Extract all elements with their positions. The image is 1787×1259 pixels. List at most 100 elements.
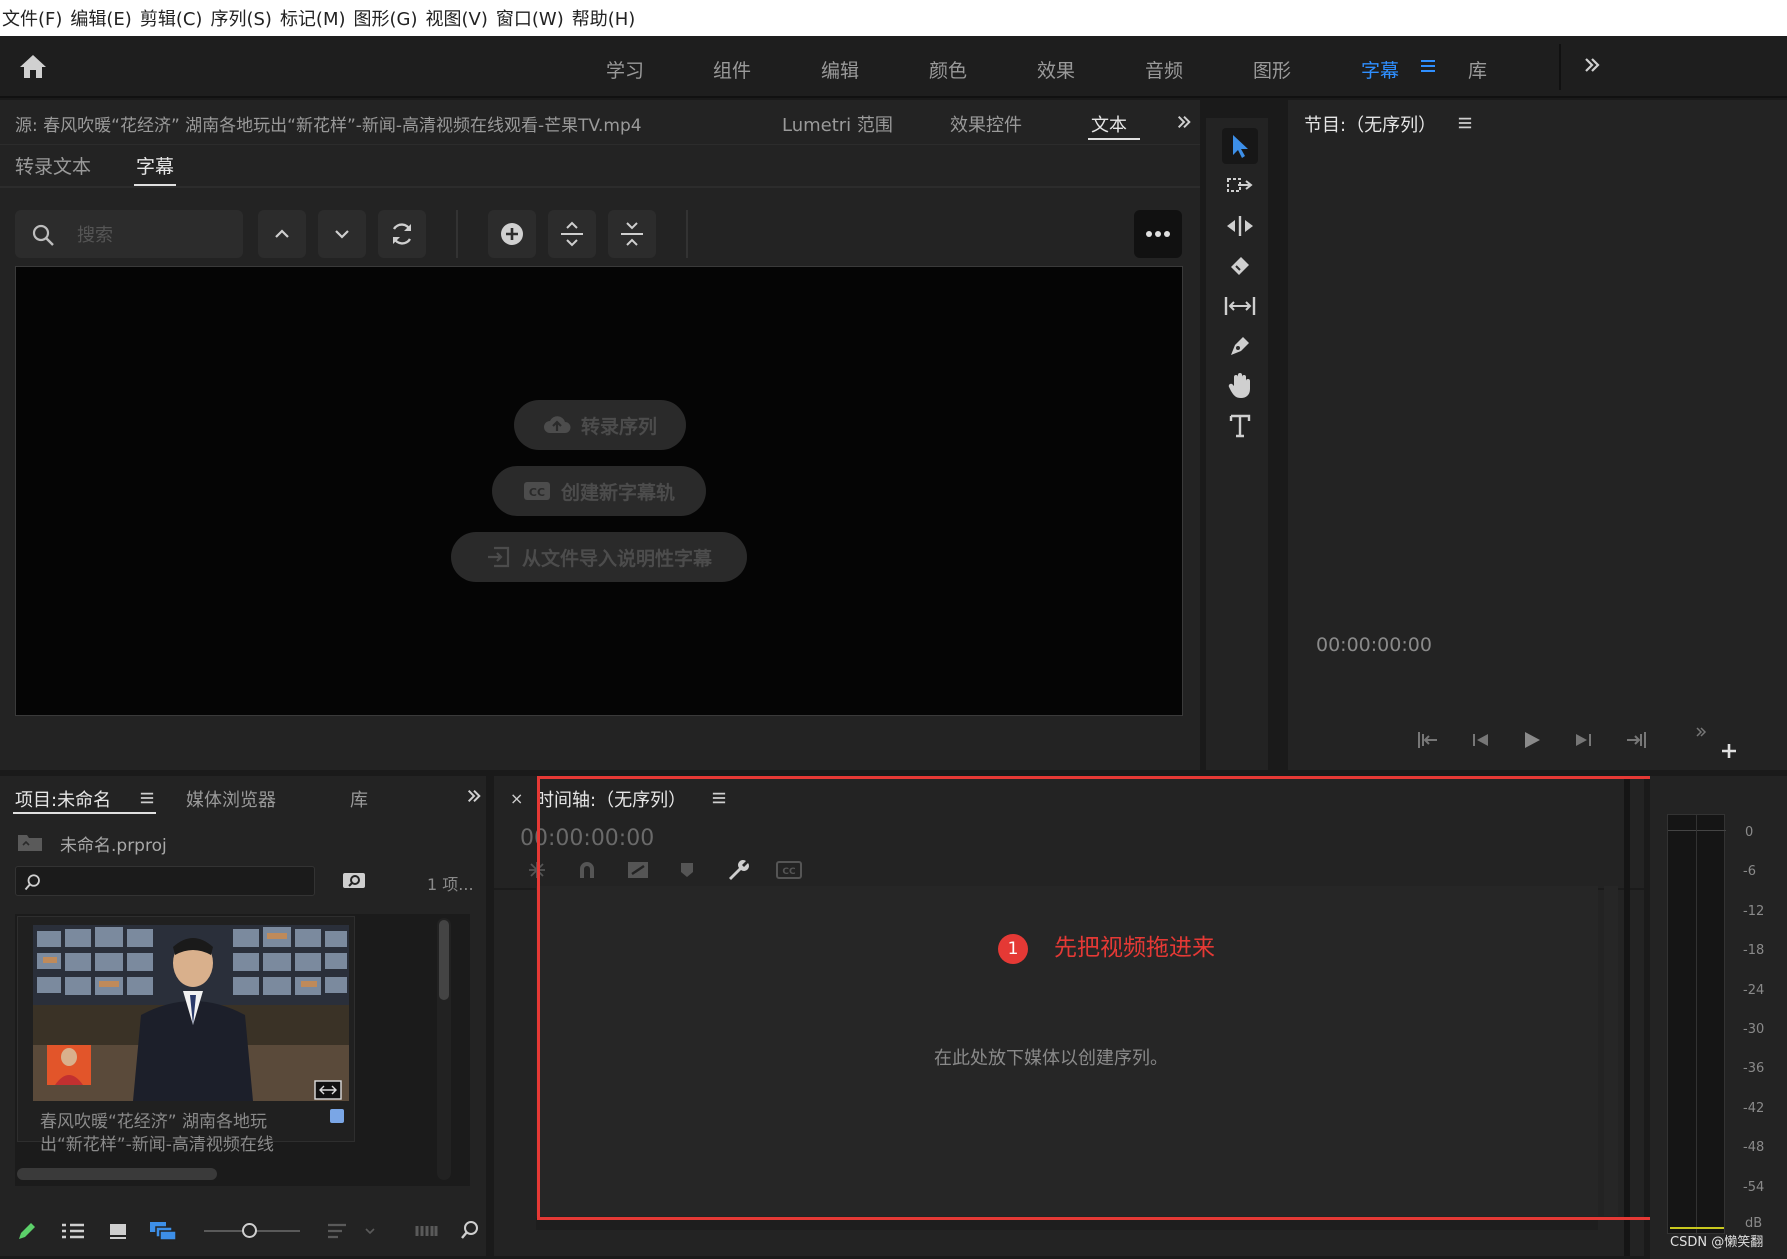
zoom-slider-handle[interactable] — [242, 1223, 257, 1238]
step-forward-icon[interactable] — [1572, 730, 1596, 750]
merge-caption-button[interactable] — [608, 210, 656, 258]
hamburger-icon[interactable] — [1420, 58, 1436, 74]
close-icon[interactable]: × — [510, 789, 523, 808]
annotation-box — [537, 776, 1665, 1220]
program-timecode[interactable]: 00:00:00:00 — [1316, 634, 1432, 656]
pencil-icon[interactable] — [16, 1220, 38, 1242]
program-viewer[interactable] — [1292, 144, 1787, 684]
meter-label-48: -48 — [1743, 1140, 1765, 1155]
menu-markers[interactable]: 标记(M) — [278, 5, 352, 31]
clip-item[interactable]: 春风吹暖“花经济” 湖南各地玩 出“新花样”-新闻-高清视频在线 — [17, 916, 355, 1155]
icon-view-icon[interactable] — [108, 1222, 128, 1240]
menu-graphics[interactable]: 图形(G) — [352, 5, 424, 31]
search-box[interactable]: 搜索 — [15, 210, 243, 258]
tab-transcript[interactable]: 转录文本 — [15, 152, 91, 179]
more-options-button[interactable] — [1134, 210, 1182, 258]
tab-lumetri-scopes[interactable]: Lumetri 范围 — [782, 111, 893, 137]
transcribe-sequence-button[interactable]: 转录序列 — [514, 400, 686, 450]
tab-libraries[interactable]: 库 — [350, 786, 368, 812]
pen-tool[interactable] — [1222, 328, 1258, 364]
menu-window[interactable]: 窗口(W) — [494, 5, 570, 31]
chevron-double-right-icon[interactable] — [1176, 114, 1192, 130]
type-tool[interactable] — [1222, 408, 1258, 444]
next-caption-button[interactable] — [318, 210, 366, 258]
workspace-editing[interactable]: 编辑 — [821, 56, 859, 83]
tab-captions[interactable]: 字幕 — [136, 152, 174, 179]
ripple-edit-tool[interactable] — [1222, 208, 1258, 244]
panel-menu-icon[interactable] — [1458, 116, 1472, 130]
panel-menu-icon[interactable] — [140, 791, 154, 805]
add-button-icon[interactable] — [1720, 742, 1738, 760]
go-to-in-icon[interactable] — [1416, 730, 1440, 750]
track-select-tool[interactable] — [1222, 168, 1258, 204]
scrollbar-thumb[interactable] — [439, 920, 449, 1000]
plus-circle-icon — [501, 223, 523, 245]
workspace-learn[interactable]: 学习 — [606, 56, 644, 83]
home-icon[interactable] — [18, 52, 48, 80]
workspace-effects[interactable]: 效果 — [1037, 56, 1075, 83]
search-icon — [24, 874, 40, 891]
find-icon[interactable] — [342, 870, 366, 890]
meter-label-db: dB — [1745, 1216, 1763, 1231]
pen-icon — [1231, 337, 1249, 355]
tab-text[interactable]: 文本 — [1091, 111, 1127, 137]
create-caption-track-button[interactable]: CC 创建新字幕轨 — [492, 466, 706, 516]
freeform-view-icon[interactable] — [148, 1220, 178, 1242]
label-color-swatch[interactable] — [330, 1109, 344, 1123]
go-to-out-icon[interactable] — [1624, 730, 1648, 750]
search-input[interactable]: 搜索 — [77, 221, 113, 247]
search-icon[interactable] — [460, 1220, 480, 1240]
list-view-icon[interactable] — [60, 1222, 86, 1240]
ellipsis-icon — [1146, 231, 1170, 237]
slip-icon — [1224, 297, 1256, 315]
workspace-color[interactable]: 颜色 — [929, 56, 967, 83]
tab-media-browser[interactable]: 媒体浏览器 — [186, 786, 276, 812]
news-anchor-thumbnail — [33, 925, 349, 1101]
menu-edit[interactable]: 编辑(E) — [68, 5, 137, 31]
vertical-scrollbar[interactable] — [437, 918, 451, 1180]
menu-clip[interactable]: 剪辑(C) — [138, 5, 209, 31]
chevron-up-icon — [275, 229, 289, 238]
slip-tool[interactable] — [1222, 288, 1258, 324]
workspace-captions[interactable]: 字幕 — [1361, 56, 1399, 83]
workspace-audio[interactable]: 音频 — [1145, 56, 1183, 83]
ripple-edit-icon — [1227, 216, 1253, 236]
audio-meter[interactable] — [1667, 814, 1726, 1235]
horizontal-scrollbar[interactable] — [17, 1168, 217, 1180]
hand-tool[interactable] — [1222, 368, 1258, 404]
meter-label-54: -54 — [1743, 1180, 1765, 1195]
automate-to-sequence-icon[interactable] — [414, 1222, 438, 1240]
tab-source[interactable]: 源: 春风吹暖“花经济” 湖南各地玩出“新花样”-新闻-高清视频在线观看-芒果T… — [15, 111, 642, 136]
chevron-down-icon[interactable] — [364, 1226, 376, 1236]
program-title[interactable]: 节目:（无序列） — [1304, 111, 1436, 137]
workspace-assembly[interactable]: 组件 — [713, 56, 751, 83]
project-search-input[interactable] — [15, 866, 315, 896]
razor-tool[interactable] — [1222, 248, 1258, 284]
tab-project[interactable]: 项目:未命名 — [15, 786, 111, 812]
menu-view[interactable]: 视图(V) — [424, 5, 494, 31]
tab-effect-controls[interactable]: 效果控件 — [950, 111, 1022, 137]
project-footer — [0, 1208, 486, 1256]
chevron-double-right-icon[interactable] — [466, 788, 482, 804]
clip-thumbnail[interactable] — [33, 925, 349, 1101]
import-captions-button[interactable]: 从文件导入说明性字幕 — [451, 532, 747, 582]
split-caption-button[interactable] — [548, 210, 596, 258]
chevron-double-right-icon[interactable] — [1583, 56, 1601, 74]
refresh-icon — [392, 223, 412, 245]
chevron-double-right-icon[interactable] — [1694, 726, 1708, 738]
previous-caption-button[interactable] — [258, 210, 306, 258]
add-caption-button[interactable] — [488, 210, 536, 258]
selection-tool[interactable] — [1222, 128, 1258, 164]
refresh-button[interactable] — [378, 210, 426, 258]
sort-icon[interactable] — [326, 1222, 350, 1240]
menu-file[interactable]: 文件(F) — [0, 5, 68, 31]
meter-label-6: -6 — [1743, 864, 1756, 879]
play-icon[interactable] — [1520, 730, 1544, 750]
menu-help[interactable]: 帮助(H) — [570, 5, 642, 31]
step-back-icon[interactable] — [1468, 730, 1492, 750]
menu-sequence[interactable]: 序列(S) — [208, 5, 277, 31]
workspace-graphics[interactable]: 图形 — [1253, 56, 1291, 83]
workspace-libraries[interactable]: 库 — [1468, 56, 1487, 83]
meter-label-24: -24 — [1743, 983, 1765, 998]
meter-channel-divider — [1696, 815, 1697, 1235]
